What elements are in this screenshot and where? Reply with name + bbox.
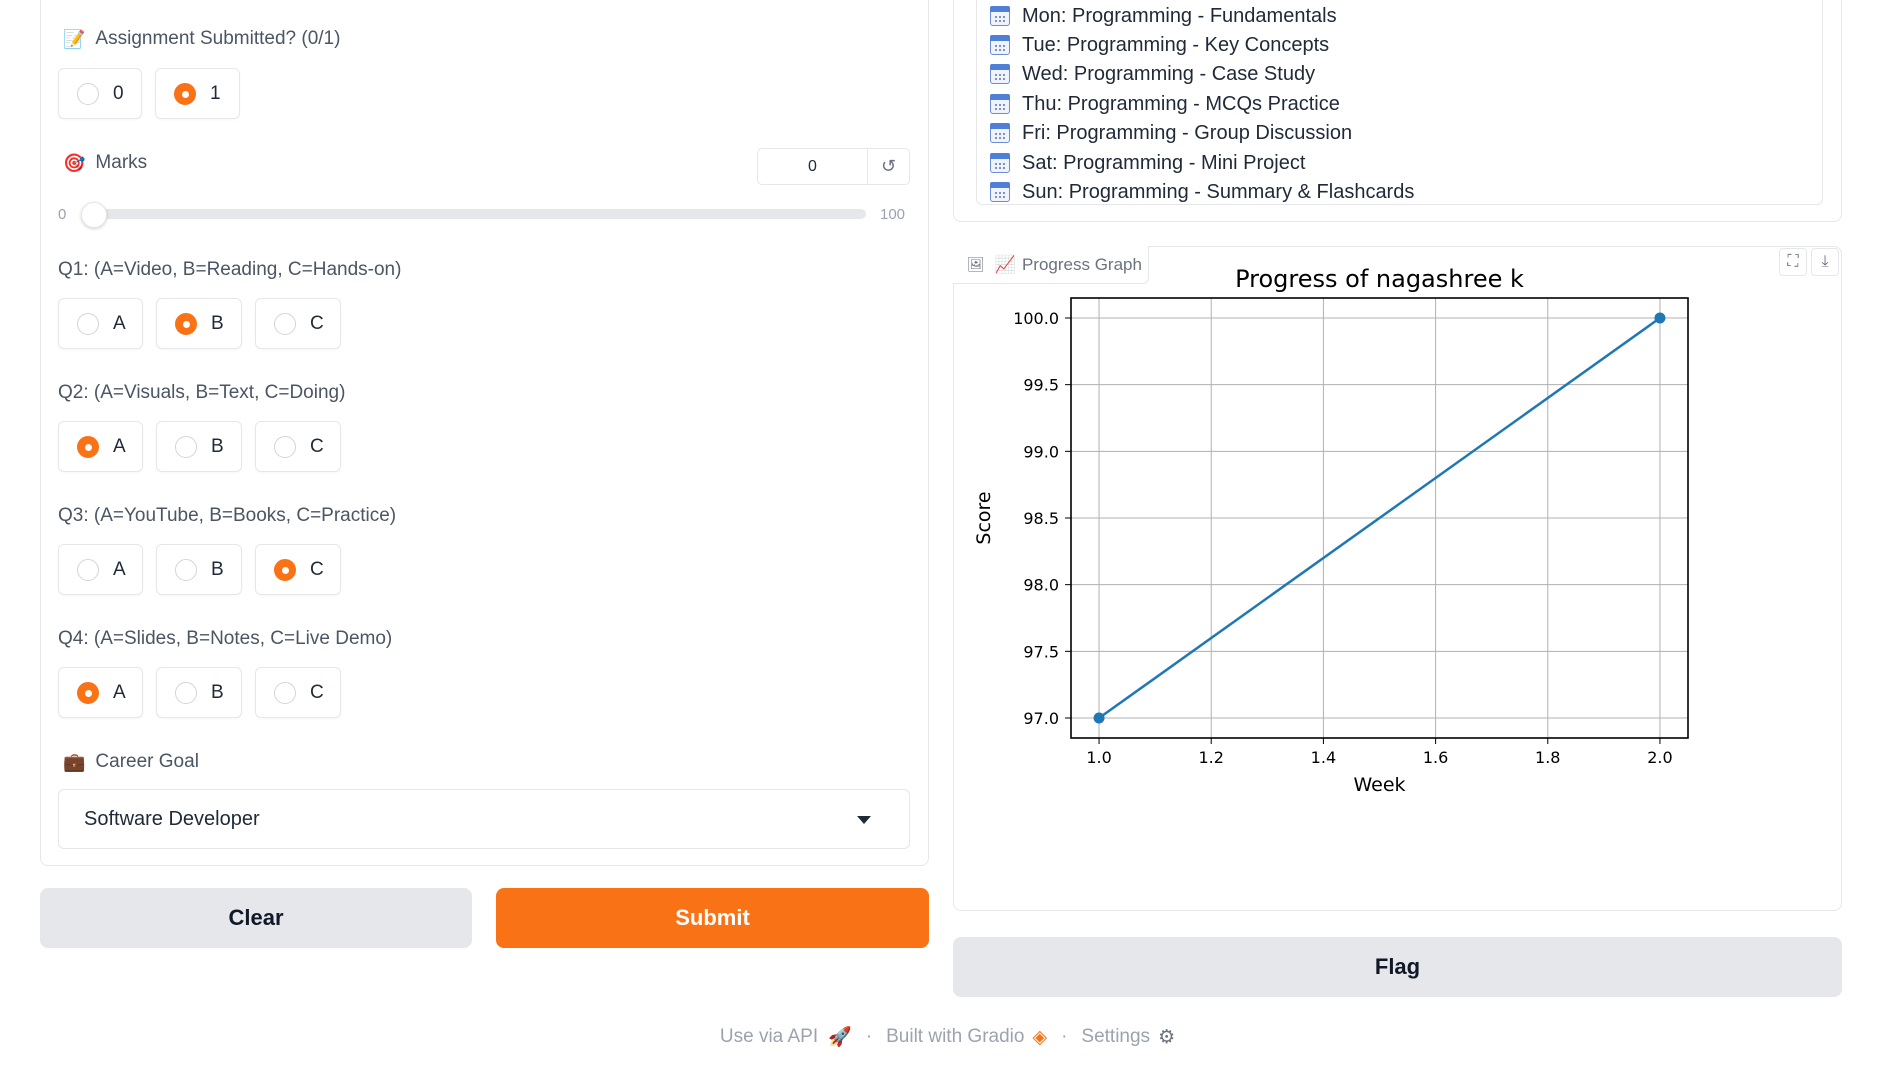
footer: Use via API 🚀 · Built with Gradio ◈ · Se… [0, 1025, 1895, 1049]
y-tick-label: 99.5 [1023, 376, 1059, 395]
q3-option-a[interactable]: A [58, 544, 143, 595]
radio-circle-selected [77, 435, 99, 458]
q2-option-b[interactable]: B [156, 421, 242, 472]
calendar-icon [990, 123, 1010, 143]
chart-title: Progress of nagashree k [1235, 265, 1524, 293]
calendar-icon [990, 94, 1010, 114]
q1-option-b[interactable]: B [156, 298, 242, 349]
chevron-down-icon [857, 816, 871, 824]
calendar-icon [990, 35, 1010, 55]
memo-icon: 📝 [63, 28, 86, 49]
use-via-api-link[interactable]: Use via API [720, 1026, 818, 1048]
q1-option-a[interactable]: A [58, 298, 143, 349]
assignment-option-1[interactable]: 1 [155, 68, 240, 119]
marks-slider-track[interactable] [94, 209, 866, 219]
radio-circle-selected [274, 558, 296, 581]
schedule-item: Fri: Programming - Group Discussion [990, 119, 1352, 147]
marks-number-input[interactable]: 0 ↺ [757, 148, 910, 185]
q3-label: Q3: (A=YouTube, B=Books, C=Practice) [58, 505, 397, 526]
radio-circle [77, 312, 99, 335]
y-axis-label: Score [973, 491, 995, 544]
marks-value[interactable]: 0 [758, 149, 868, 184]
progress-chart: 1.0 1.2 1.4 1.6 1.8 2.0 97.0 97.5 98.0 98.5 99.0 99… [973, 265, 1689, 796]
schedule-item: Tue: Programming - Key Concepts [990, 31, 1329, 59]
radio-circle-selected [77, 681, 99, 704]
q2-option-a[interactable]: A [58, 421, 143, 472]
clear-button[interactable]: Clear [40, 888, 472, 948]
q2-label: Q2: (A=Visuals, B=Text, C=Doing) [58, 382, 346, 403]
target-icon: 🎯 [63, 152, 86, 173]
y-tick-label: 97.0 [1023, 709, 1059, 728]
q4-label: Q4: (A=Slides, B=Notes, C=Live Demo) [58, 628, 393, 649]
reset-icon[interactable]: ↺ [868, 149, 909, 184]
y-tick-label: 100.0 [1013, 309, 1059, 328]
schedule-item: Wed: Programming - Case Study [990, 60, 1315, 88]
schedule-item: Sat: Programming - Mini Project [990, 149, 1305, 177]
calendar-icon [990, 6, 1010, 26]
q4-option-a[interactable]: A [58, 667, 143, 718]
marks-label: 🎯 Marks [63, 152, 148, 173]
radio-circle [274, 681, 296, 704]
career-goal-dropdown[interactable]: Software Developer [58, 789, 910, 849]
data-point [1093, 712, 1105, 724]
radio-circle [274, 435, 296, 458]
assignment-option-0[interactable]: 0 [58, 68, 142, 119]
radio-circle [175, 558, 197, 581]
radio-circle [274, 312, 296, 335]
radio-circle [77, 82, 99, 105]
x-tick-label: 1.6 [1423, 748, 1448, 767]
q1-label: Q1: (A=Video, B=Reading, C=Hands-on) [58, 259, 402, 280]
x-tick-label: 1.2 [1199, 748, 1224, 767]
q2-option-c[interactable]: C [255, 421, 341, 472]
settings-link[interactable]: Settings [1081, 1026, 1150, 1048]
x-axis-label: Week [1353, 774, 1405, 796]
y-tick-label: 99.0 [1023, 442, 1059, 461]
q4-option-c[interactable]: C [255, 667, 341, 718]
y-tick-label: 98.5 [1023, 509, 1059, 528]
career-goal-label: 💼 Career Goal [63, 751, 199, 772]
q1-option-c[interactable]: C [255, 298, 341, 349]
schedule-item: Thu: Programming - MCQs Practice [990, 90, 1340, 118]
x-tick-label: 1.8 [1535, 748, 1560, 767]
career-goal-value: Software Developer [84, 807, 260, 830]
gradio-logo-icon: ◈ [1032, 1026, 1048, 1048]
separator: · [1061, 1026, 1068, 1047]
slider-min-label: 0 [58, 206, 67, 223]
radio-circle-selected [174, 82, 196, 105]
q3-option-c[interactable]: C [255, 544, 341, 595]
briefcase-icon: 💼 [63, 751, 86, 772]
radio-circle [77, 558, 99, 581]
calendar-icon [990, 64, 1010, 84]
schedule-item: Sun: Programming - Summary & Flashcards [990, 178, 1414, 206]
slider-max-label: 100 [880, 206, 906, 223]
q3-option-b[interactable]: B [156, 544, 242, 595]
y-tick-label: 97.5 [1023, 642, 1059, 661]
radio-circle-selected [175, 312, 197, 335]
x-tick-label: 1.4 [1311, 748, 1336, 767]
q4-option-b[interactable]: B [156, 667, 242, 718]
x-tick-label: 1.0 [1086, 748, 1111, 767]
gear-icon: ⚙ [1158, 1026, 1176, 1048]
radio-circle [175, 681, 197, 704]
separator: · [865, 1026, 873, 1047]
calendar-icon [990, 182, 1010, 202]
x-tick-label: 2.0 [1647, 748, 1672, 767]
radio-circle [175, 435, 197, 458]
submit-button[interactable]: Submit [496, 888, 929, 948]
rocket-icon: 🚀 [828, 1027, 852, 1048]
schedule-item: Mon: Programming - Fundamentals [990, 2, 1337, 30]
data-point [1654, 312, 1666, 324]
calendar-icon [990, 153, 1010, 173]
built-with-gradio-link[interactable]: Built with Gradio [886, 1026, 1024, 1048]
assignment-label: 📝 Assignment Submitted? (0/1) [63, 28, 341, 49]
y-tick-label: 98.0 [1023, 576, 1059, 595]
marks-slider-thumb[interactable] [81, 202, 107, 228]
flag-button[interactable]: Flag [953, 937, 1842, 997]
